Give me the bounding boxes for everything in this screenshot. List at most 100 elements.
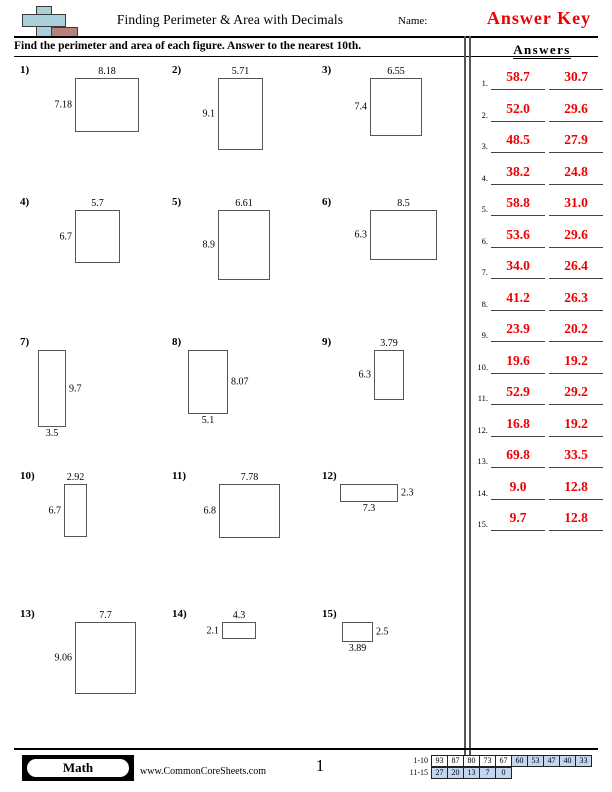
answer-row: 8. 41.2 26.3 (472, 288, 612, 320)
answer-perimeter-field[interactable]: 23.9 (491, 319, 545, 342)
figure-width-label: 6.61 (235, 198, 253, 209)
answer-row-number: 6. (481, 235, 488, 246)
answer-row-number: 4. (481, 172, 488, 183)
answer-key-badge: Answer Key (486, 8, 592, 28)
figure-rectangle (75, 210, 120, 263)
problem-number: 15) (322, 608, 337, 620)
problem-number: 14) (172, 608, 187, 620)
grading-scale-range-label: 1-10 (413, 756, 428, 765)
grading-scale-cell: 27 (431, 767, 448, 779)
answer-list: 1. 58.7 30.7 2. 52.0 29.6 3. 48.5 27.9 4. 38.2 24.8… (472, 67, 612, 540)
problem-number: 7) (20, 336, 30, 348)
grading-scale-cell: 20 (447, 767, 464, 779)
figure-width-label: 7.78 (240, 472, 259, 483)
grading-scale-range-label: 11-15 (409, 768, 428, 777)
answer-row: 13. 69.8 33.5 (472, 445, 612, 477)
answer-perimeter-field[interactable]: 48.5 (491, 130, 545, 153)
answer-row-number: 14. (477, 487, 488, 498)
answer-perimeter-field[interactable]: 16.8 (491, 414, 545, 437)
problem-number: 10) (20, 470, 35, 482)
answers-heading: Answers (476, 42, 608, 59)
figure-rectangle (218, 78, 263, 150)
figure-height-label: 6.7 (48, 505, 62, 516)
figure-height-label: 9.7 (69, 383, 82, 394)
answer-row: 10. 19.6 19.2 (472, 351, 612, 383)
answer-area-field[interactable]: 24.8 (549, 162, 603, 185)
problem-number: 8) (172, 336, 182, 348)
answer-row-number: 9. (481, 330, 488, 340)
answer-perimeter-field[interactable]: 9.7 (491, 508, 545, 531)
figure-rectangle (222, 622, 256, 639)
figure-width-label: 8.18 (98, 66, 116, 77)
problem-number: 5) (172, 196, 182, 208)
grading-scale-cell: 53 (527, 755, 544, 767)
answer-row-number: 12. (477, 424, 488, 435)
answer-row: 14. 9.0 12.8 (472, 477, 612, 509)
problem-number: 12) (322, 470, 337, 482)
problem-number: 4) (20, 196, 30, 208)
answer-area-field[interactable]: 27.9 (549, 130, 603, 153)
figure-height-label: 6.3 (358, 369, 372, 381)
figure-height-label: 6.3 (354, 229, 368, 241)
answer-perimeter-field[interactable]: 9.0 (491, 477, 545, 500)
grading-scale-cell: 80 (463, 755, 480, 767)
answer-row-number: 13. (477, 456, 488, 466)
figure-height-label: 8.9 (202, 239, 216, 251)
answer-row: 9. 23.9 20.2 (472, 319, 612, 351)
answer-area-field[interactable]: 30.7 (549, 67, 603, 90)
answer-area-field[interactable]: 29.2 (549, 382, 603, 405)
answer-area-field[interactable]: 26.4 (549, 256, 603, 279)
problem-number: 11) (172, 470, 187, 482)
answer-area-field[interactable]: 26.3 (549, 288, 603, 311)
grading-scale-row: 11-15 27 20 13 7 0 (398, 767, 592, 779)
answer-area-field[interactable]: 19.2 (549, 351, 603, 374)
answer-perimeter-field[interactable]: 53.6 (491, 225, 545, 248)
figure-width-label: 3.5 (45, 428, 59, 439)
problem-number: 3) (322, 64, 332, 76)
answer-area-field[interactable]: 29.6 (549, 99, 603, 122)
answer-perimeter-field[interactable]: 19.6 (491, 351, 545, 374)
answer-row-number: 7. (481, 267, 488, 277)
answer-perimeter-field[interactable]: 58.7 (491, 67, 545, 90)
answer-row: 6. 53.6 29.6 (472, 225, 612, 257)
figure-height-label: 8.07 (231, 376, 249, 388)
figure-rectangle (64, 484, 87, 537)
answer-area-field[interactable]: 20.2 (549, 319, 603, 342)
figure-width-label: 4.3 (232, 610, 246, 621)
answer-row: 7. 34.0 26.4 (472, 256, 612, 288)
footer-divider (14, 748, 598, 750)
figure-height-label: 7.18 (54, 99, 73, 111)
answer-perimeter-field[interactable]: 34.0 (491, 256, 545, 279)
problem-grid: 1) 8.18 7.18 2) 5.71 9.1 3) 6.55 7.4 4) 5.7 6.7 5) 6.… (0, 58, 464, 718)
answer-perimeter-field[interactable]: 69.8 (491, 445, 545, 468)
answer-row: 5. 58.8 31.0 (472, 193, 612, 225)
answer-row-number: 3. (481, 141, 488, 151)
grading-scale-cell: 87 (447, 755, 464, 767)
answer-perimeter-field[interactable]: 38.2 (491, 162, 545, 185)
answer-area-field[interactable]: 29.6 (549, 225, 603, 248)
problem-number: 9) (322, 336, 332, 348)
answer-area-field[interactable]: 19.2 (549, 414, 603, 437)
site-url: www.CommonCoreSheets.com (140, 766, 267, 777)
answer-area-field[interactable]: 12.8 (549, 508, 603, 531)
answer-perimeter-field[interactable]: 52.9 (491, 382, 545, 405)
answer-area-field[interactable]: 33.5 (549, 445, 603, 468)
answer-area-field[interactable]: 31.0 (549, 193, 603, 216)
figure-height-label: 9.1 (202, 108, 216, 120)
figure-width-label: 5.7 (91, 198, 104, 209)
answer-row-number: 5. (481, 204, 488, 214)
answer-perimeter-field[interactable]: 58.8 (491, 193, 545, 216)
answer-perimeter-field[interactable]: 41.2 (491, 288, 545, 311)
answer-row-number: 1. (481, 78, 488, 88)
brand-badge-label: Math (27, 759, 129, 777)
answer-area-field[interactable]: 12.8 (549, 477, 603, 500)
answer-perimeter-field[interactable]: 52.0 (491, 99, 545, 122)
brand-badge: Math (22, 755, 134, 781)
answer-row: 1. 58.7 30.7 (472, 67, 612, 99)
answer-row-number: 8. (481, 298, 488, 309)
answer-row-number: 10. (477, 361, 488, 372)
figure-rectangle (342, 622, 373, 642)
figure-width-label: 7.3 (362, 503, 376, 514)
answers-heading-label: Answers (513, 42, 571, 59)
figure-rectangle (75, 78, 139, 132)
